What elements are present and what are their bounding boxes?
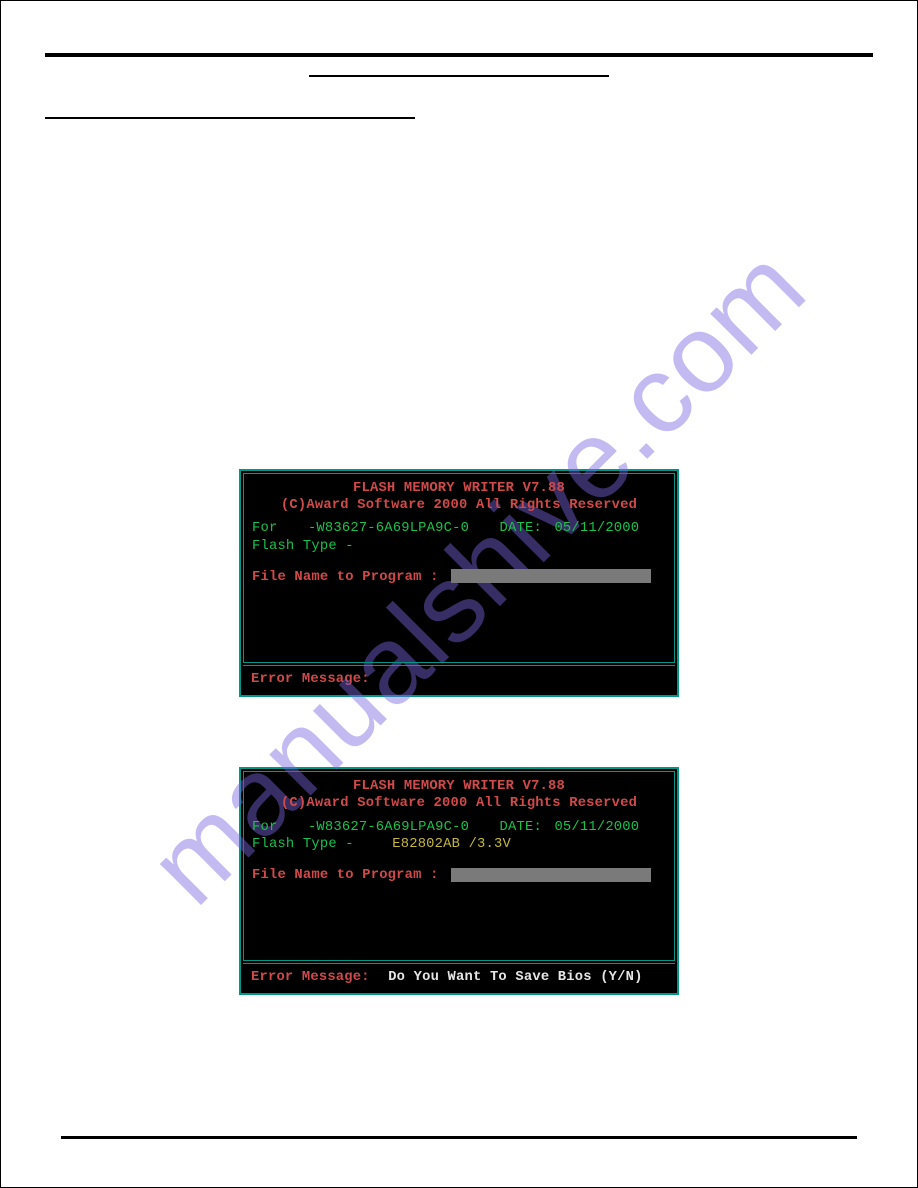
date-label: DATE:	[500, 521, 542, 536]
for-value: -W83627-6A69LPA9C-0	[308, 820, 469, 835]
error-label: Error Message:	[251, 970, 370, 985]
program-label: File Name to Program :	[252, 868, 439, 883]
terminal-body: FLASH MEMORY WRITER V7.88 (C)Award Softw…	[243, 473, 675, 663]
copyright-line: (C)Award Software 2000 All Rights Reserv…	[252, 795, 666, 812]
for-label: For	[252, 820, 277, 835]
terminal-screenshot-1: FLASH MEMORY WRITER V7.88 (C)Award Softw…	[45, 469, 873, 697]
top-rule	[45, 53, 873, 57]
filename-input[interactable]	[451, 569, 651, 583]
bottom-rule	[61, 1136, 857, 1139]
error-label: Error Message:	[251, 672, 370, 687]
section-rule	[45, 117, 415, 119]
error-bar: Error Message: Do You Want To Save Bios …	[243, 963, 675, 991]
app-title: FLASH MEMORY WRITER V7.88	[252, 778, 666, 795]
document-page: manualshive.com FLASH MEMORY WRITER V7.8…	[0, 0, 918, 1188]
for-label: For	[252, 521, 277, 536]
terminal-screenshot-2: FLASH MEMORY WRITER V7.88 (C)Award Softw…	[45, 767, 873, 995]
flash-writer-window: FLASH MEMORY WRITER V7.88 (C)Award Softw…	[239, 767, 679, 995]
program-label: File Name to Program :	[252, 570, 439, 585]
subtitle-rule	[309, 75, 609, 77]
date-value: 05/11/2000	[554, 521, 639, 536]
error-bar: Error Message:	[243, 665, 675, 693]
flash-type-label: Flash Type -	[252, 837, 354, 852]
date-label: DATE:	[500, 820, 542, 835]
flash-type-label: Flash Type -	[252, 539, 354, 554]
for-value: -W83627-6A69LPA9C-0	[308, 521, 469, 536]
filename-input[interactable]	[451, 868, 651, 882]
flash-type-value: E82802AB /3.3V	[392, 837, 511, 852]
error-value: Do You Want To Save Bios (Y/N)	[388, 970, 642, 985]
date-value: 05/11/2000	[554, 820, 639, 835]
flash-writer-window: FLASH MEMORY WRITER V7.88 (C)Award Softw…	[239, 469, 679, 697]
app-title: FLASH MEMORY WRITER V7.88	[252, 480, 666, 497]
copyright-line: (C)Award Software 2000 All Rights Reserv…	[252, 497, 666, 514]
terminal-body: FLASH MEMORY WRITER V7.88 (C)Award Softw…	[243, 771, 675, 961]
